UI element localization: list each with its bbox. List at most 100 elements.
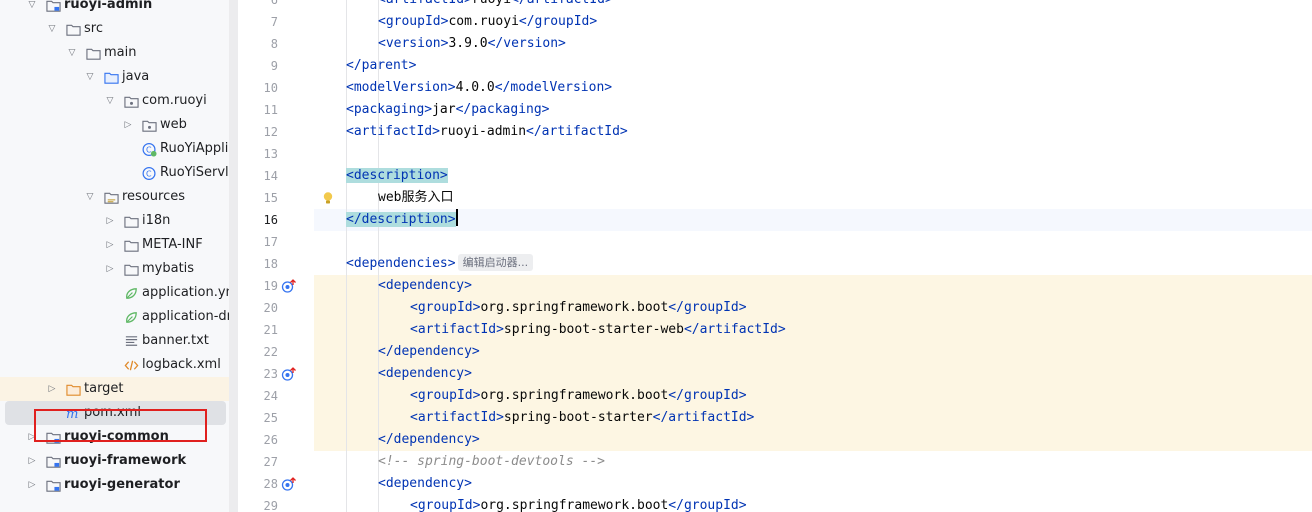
tree-item[interactable]: banner.txt (0, 329, 238, 353)
tree-item[interactable]: CRuoYiApplicat (0, 137, 238, 161)
xml-text: jar (432, 102, 456, 117)
tree-item[interactable]: logback.xml (0, 353, 238, 377)
folder-icon (86, 46, 101, 60)
code-line[interactable]: <artifactId>ruoyi</artifactId> (378, 0, 613, 11)
navigate-to-dependency-icon[interactable] (281, 476, 297, 492)
xml-text: org.springframework.boot (480, 300, 669, 315)
code-line[interactable]: <version>3.9.0</version> (378, 33, 566, 55)
tree-item-label: banner.txt (142, 333, 209, 348)
tree-item-label: ruoyi-generator (64, 477, 180, 492)
chevron-down-icon[interactable]: ▽ (66, 41, 78, 65)
code-line[interactable]: <groupId>org.springframework.boot</group… (410, 385, 747, 407)
code-line[interactable]: <artifactId>spring-boot-starter-web</art… (410, 319, 786, 341)
code-line[interactable]: web服务入口 (378, 187, 453, 209)
chevron-down-icon[interactable]: ▽ (104, 89, 116, 113)
chevron-right-icon[interactable]: ▷ (26, 449, 38, 473)
current-line-highlight (314, 209, 1312, 231)
tree-item[interactable]: ▽ main (0, 41, 238, 65)
code-line[interactable]: <groupId>org.springframework.boot</group… (410, 495, 747, 512)
code-line[interactable]: <description> (346, 165, 448, 187)
chevron-down-icon[interactable]: ▽ (84, 65, 96, 89)
tree-item[interactable]: ▷ mybatis (0, 257, 238, 281)
tree-item[interactable]: ▷ web (0, 113, 238, 137)
tree-item-label: ruoyi-admin (64, 0, 153, 12)
code-line[interactable]: <artifactId>spring-boot-starter</artifac… (410, 407, 754, 429)
tree-item-label: com.ruoyi (142, 93, 207, 108)
tree-item[interactable]: ▽ src (0, 17, 238, 41)
annotation-frame (34, 409, 207, 442)
tree-item[interactable]: application-druid (0, 305, 238, 329)
tree-item-label: ruoyi-framework (64, 453, 187, 468)
line-number: 15 (263, 191, 278, 205)
tree-item[interactable]: ▽ resources (0, 185, 238, 209)
module-folder-icon (46, 478, 61, 492)
text-caret (455, 209, 458, 226)
line-number: 17 (263, 235, 278, 249)
tree-item[interactable]: ▷ ruoyi-generator (0, 473, 238, 497)
xml-tag: </artifactId> (683, 322, 786, 337)
code-line[interactable]: <dependencies> 编辑启动器... (346, 253, 534, 275)
folder-icon (124, 214, 139, 228)
tree-item[interactable]: ▽ ruoyi-admin (0, 0, 238, 17)
folder-icon (124, 262, 139, 276)
code-line[interactable]: </dependency> (378, 429, 480, 451)
tree-item[interactable]: ▽ com.ruoyi (0, 89, 238, 113)
chevron-down-icon[interactable]: ▽ (46, 17, 58, 41)
xml-text: 4.0.0 (455, 80, 495, 95)
code-line[interactable]: </parent> (346, 55, 416, 77)
folder-icon (66, 22, 81, 36)
folder-icon (124, 238, 139, 252)
code-line[interactable]: <artifactId>ruoyi-admin</artifactId> (346, 121, 628, 143)
xml-tag: </artifactId> (526, 124, 628, 139)
xml-tag: <groupId> (378, 14, 449, 29)
code-line[interactable]: <groupId>org.springframework.boot</group… (410, 297, 747, 319)
xml-tag: </packaging> (455, 102, 550, 117)
xml-tag: <modelVersion> (346, 80, 456, 95)
code-line[interactable]: <groupId>com.ruoyi</groupId> (378, 11, 597, 33)
line-number: 8 (270, 37, 278, 51)
line-number: 29 (263, 499, 278, 512)
line-number: 12 (263, 125, 278, 139)
navigate-to-dependency-icon[interactable] (281, 278, 297, 294)
chevron-right-icon[interactable]: ▷ (46, 377, 58, 401)
chevron-right-icon[interactable]: ▷ (104, 209, 116, 233)
xml-tag: <version> (378, 36, 449, 51)
code-line[interactable]: <dependency> (378, 363, 472, 385)
xml-tag: <groupId> (410, 498, 481, 512)
xml-tag: </groupId> (668, 498, 747, 512)
xml-text: ruoyi (472, 0, 511, 7)
navigate-to-dependency-icon[interactable] (281, 366, 297, 382)
tree-item[interactable]: ▽ java (0, 65, 238, 89)
chevron-right-icon[interactable]: ▷ (26, 473, 38, 497)
line-number: 28 (263, 477, 278, 491)
chevron-right-icon[interactable]: ▷ (104, 257, 116, 281)
tree-item[interactable]: ▷ i18n (0, 209, 238, 233)
tree-item[interactable]: ▷ target (0, 377, 238, 401)
line-number: 18 (263, 257, 278, 271)
xml-tag: </dependency> (378, 344, 480, 359)
chevron-down-icon[interactable]: ▽ (84, 185, 96, 209)
code-line[interactable]: <modelVersion>4.0.0</modelVersion> (346, 77, 612, 99)
intention-bulb-icon[interactable] (320, 190, 336, 206)
chevron-right-icon[interactable]: ▷ (122, 113, 134, 137)
tree-item[interactable]: ▷ META-INF (0, 233, 238, 257)
code-line[interactable]: <dependency> (378, 473, 472, 495)
code-line[interactable]: <!-- spring-boot-devtools --> (378, 451, 605, 473)
code-line[interactable]: </dependency> (378, 341, 480, 363)
tree-item[interactable]: application.yml (0, 281, 238, 305)
chevron-down-icon[interactable]: ▽ (26, 0, 38, 17)
xml-tag: <artifactId> (410, 322, 504, 337)
code-line[interactable]: </description> (346, 209, 458, 231)
tree-item[interactable]: ▷ ruoyi-framework (0, 449, 238, 473)
line-number: 14 (263, 169, 278, 183)
code-line[interactable]: <dependency> (378, 275, 472, 297)
tree-item[interactable]: C RuoYiServletIn (0, 161, 238, 185)
xml-text: ruoyi-admin (439, 124, 527, 139)
project-tree-scrollbar[interactable] (229, 0, 238, 512)
inlay-hint-edit-starters[interactable]: 编辑启动器... (457, 254, 534, 271)
chevron-right-icon[interactable]: ▷ (104, 233, 116, 257)
code-line[interactable]: <packaging>jar</packaging> (346, 99, 550, 121)
xml-tag: <artifactId> (378, 0, 472, 7)
line-number: 11 (263, 103, 278, 117)
tree-item-label: RuoYiApplicat (160, 141, 238, 156)
